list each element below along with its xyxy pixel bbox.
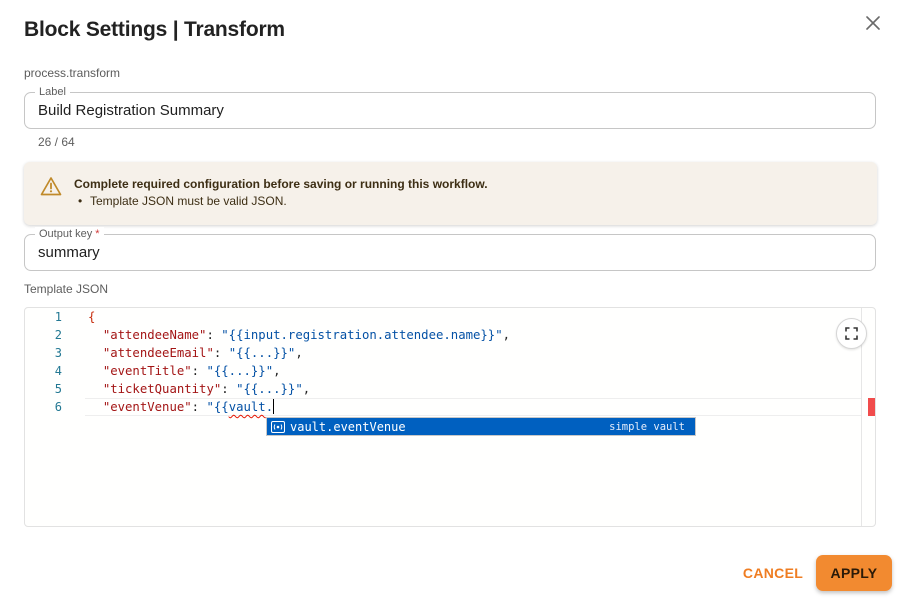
- code-line: "attendeeName": "{{input.registration.at…: [88, 326, 510, 344]
- code-token: "{{...}}": [206, 364, 274, 378]
- warning-triangle-icon: [40, 177, 62, 196]
- error-marker: [868, 398, 875, 416]
- code-token: ,: [302, 382, 311, 396]
- alert-item: • Template JSON must be valid JSON.: [78, 194, 287, 208]
- apply-button[interactable]: APPLY: [816, 555, 892, 591]
- code-line: "eventTitle": "{{...}}",: [88, 362, 281, 380]
- line-number: 5: [54, 382, 62, 396]
- code-token: "attendeeEmail": [102, 346, 214, 360]
- code-token: :: [221, 382, 237, 396]
- alert-heading: Complete required configuration before s…: [74, 177, 488, 191]
- code-token: ,: [295, 346, 303, 360]
- suggestion-detail: simple vault: [609, 420, 685, 433]
- alert-item-text: Template JSON must be valid JSON.: [90, 194, 287, 208]
- code-token: {: [88, 310, 96, 324]
- text-cursor: [273, 399, 275, 414]
- code-line: "eventVenue": "{{vault.: [88, 398, 275, 416]
- label-field: Label: [24, 85, 876, 129]
- code-token: ,: [273, 364, 281, 378]
- output-key-input[interactable]: [38, 235, 858, 270]
- code-token: "eventVenue": [102, 400, 192, 414]
- code-token: "eventTitle": [102, 364, 192, 378]
- line-number: 4: [54, 364, 62, 378]
- code-token: :: [191, 364, 207, 378]
- validation-alert: Complete required configuration before s…: [24, 162, 877, 225]
- code-token: "{{...}}": [236, 382, 303, 396]
- line-number: 6: [54, 400, 62, 414]
- template-json-label: Template JSON: [24, 282, 109, 296]
- block-settings-dialog: Block Settings | Transform process.trans…: [0, 0, 900, 600]
- autocomplete-suggestion[interactable]: vault.eventVenue simple vault: [266, 417, 696, 436]
- code-token: .: [265, 400, 274, 414]
- output-key-field: Output key *: [24, 227, 876, 271]
- code-token: "{{...}}": [228, 346, 296, 360]
- code-token: "ticketQuantity": [102, 382, 222, 396]
- variable-icon: [271, 420, 285, 433]
- code-token: :: [206, 328, 222, 342]
- code-token: "{{input.registration.attendee.name}}": [221, 328, 503, 342]
- code-token: "attendeeName": [102, 328, 207, 342]
- close-icon: [866, 16, 880, 30]
- line-number-gutter: 1 2 3 4 5 6: [25, 308, 85, 526]
- code-token: :: [191, 400, 207, 414]
- label-char-counter: 26 / 64: [38, 135, 75, 149]
- code-token: :: [213, 346, 229, 360]
- expand-icon: [845, 327, 858, 340]
- code-token: vault: [228, 400, 266, 414]
- code-token: ,: [502, 328, 511, 342]
- code-line: "ticketQuantity": "{{...}}",: [88, 380, 310, 398]
- code-line: "attendeeEmail": "{{...}}",: [88, 344, 303, 362]
- line-number: 1: [54, 310, 62, 324]
- template-json-editor[interactable]: 1 2 3 4 5 6 { "attendeeName": "{{input.r…: [24, 307, 876, 527]
- cancel-button[interactable]: CANCEL: [732, 555, 814, 591]
- line-number: 3: [54, 346, 62, 360]
- block-type-label: process.transform: [24, 66, 121, 80]
- code-line: {: [88, 308, 95, 326]
- label-input[interactable]: [38, 93, 858, 128]
- dialog-title: Block Settings | Transform: [24, 18, 285, 41]
- code-token: "{{: [206, 400, 229, 414]
- expand-editor-button[interactable]: [836, 318, 867, 349]
- line-number: 2: [54, 328, 62, 342]
- suggestion-label: vault.eventVenue: [290, 419, 406, 434]
- close-button[interactable]: [861, 11, 885, 35]
- bullet-icon: •: [78, 194, 83, 208]
